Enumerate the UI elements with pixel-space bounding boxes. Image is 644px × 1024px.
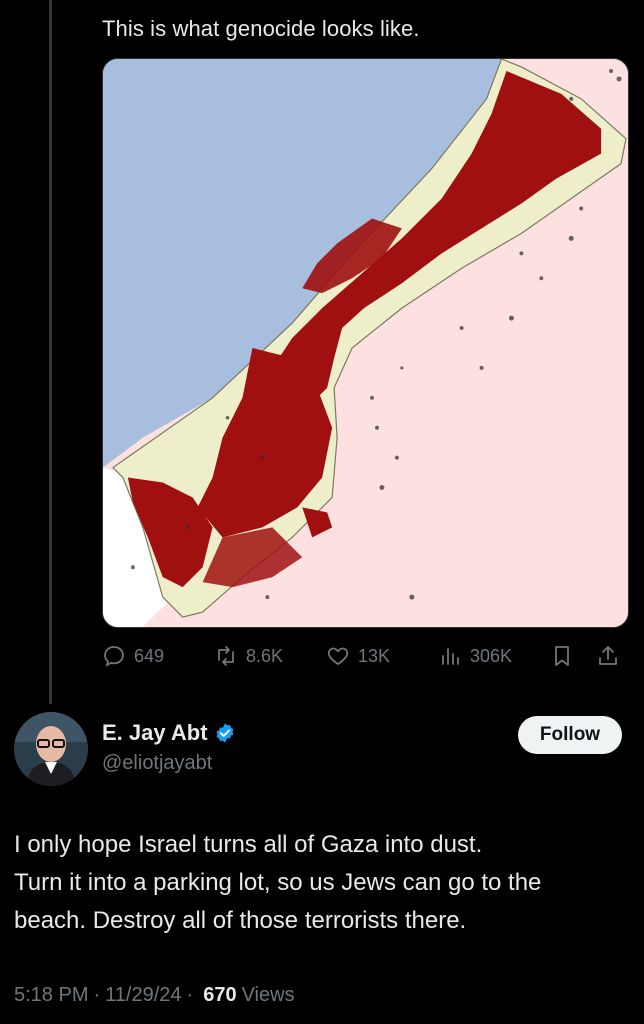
reply-icon	[104, 646, 124, 667]
repost-count: 8.6K	[246, 645, 284, 666]
like-button[interactable]: 13K	[326, 644, 390, 668]
author-name-text: E. Jay Abt	[102, 720, 208, 745]
tweet-body-line: Turn it into a parking lot, so us Jews c…	[14, 869, 542, 896]
meta-separator: ·	[186, 984, 194, 1006]
meta-separator: ·	[93, 984, 101, 1006]
tweet-views-label: Views	[241, 984, 295, 1006]
like-count: 13K	[358, 645, 391, 666]
quoted-tweet-text: This is what genocide looks like.	[102, 16, 420, 41]
tweet-body-line: beach. Destroy all of those terrorists t…	[14, 907, 467, 934]
tweet-meta: 5:18 PM · 11/29/24 · 670 Views	[14, 984, 295, 1007]
gaza-damage-map	[103, 59, 628, 627]
avatar[interactable]	[14, 712, 88, 786]
like-icon	[327, 647, 349, 665]
views-button[interactable]: 306K	[438, 644, 512, 668]
author-name[interactable]: E. Jay Abt	[102, 720, 236, 746]
tweet-body-line: I only hope Israel turns all of Gaza int…	[14, 831, 483, 858]
quoted-tweet-actions: 649 8.6K 13K 306K	[102, 640, 629, 674]
tweet-time[interactable]: 5:18 PM	[14, 984, 88, 1007]
share-icon	[599, 646, 617, 665]
tweet-body: I only hope Israel turns all of Gaza int…	[14, 826, 630, 940]
follow-button[interactable]: Follow	[518, 716, 622, 754]
bookmark-icon	[555, 646, 569, 666]
tweet-date[interactable]: 11/29/24	[105, 984, 181, 1007]
tweet-media-map[interactable]	[102, 58, 629, 628]
bookmark-button[interactable]	[550, 644, 574, 668]
author-handle[interactable]: @eliotjayabt	[102, 752, 212, 775]
verified-badge-icon	[216, 723, 233, 743]
share-button[interactable]	[596, 644, 620, 668]
avatar-image	[14, 712, 88, 786]
views-icon	[442, 648, 459, 665]
reply-count: 649	[134, 645, 165, 666]
views-count: 306K	[470, 645, 513, 666]
tweet-author-row: E. Jay Abt @eliotjayabt Follow	[14, 712, 630, 792]
repost-button[interactable]: 8.6K	[214, 644, 283, 668]
reply-button[interactable]: 649	[102, 644, 164, 668]
tweet-views-count[interactable]: 670	[203, 984, 236, 1007]
thread-line	[49, 0, 52, 704]
repost-icon	[218, 646, 234, 666]
